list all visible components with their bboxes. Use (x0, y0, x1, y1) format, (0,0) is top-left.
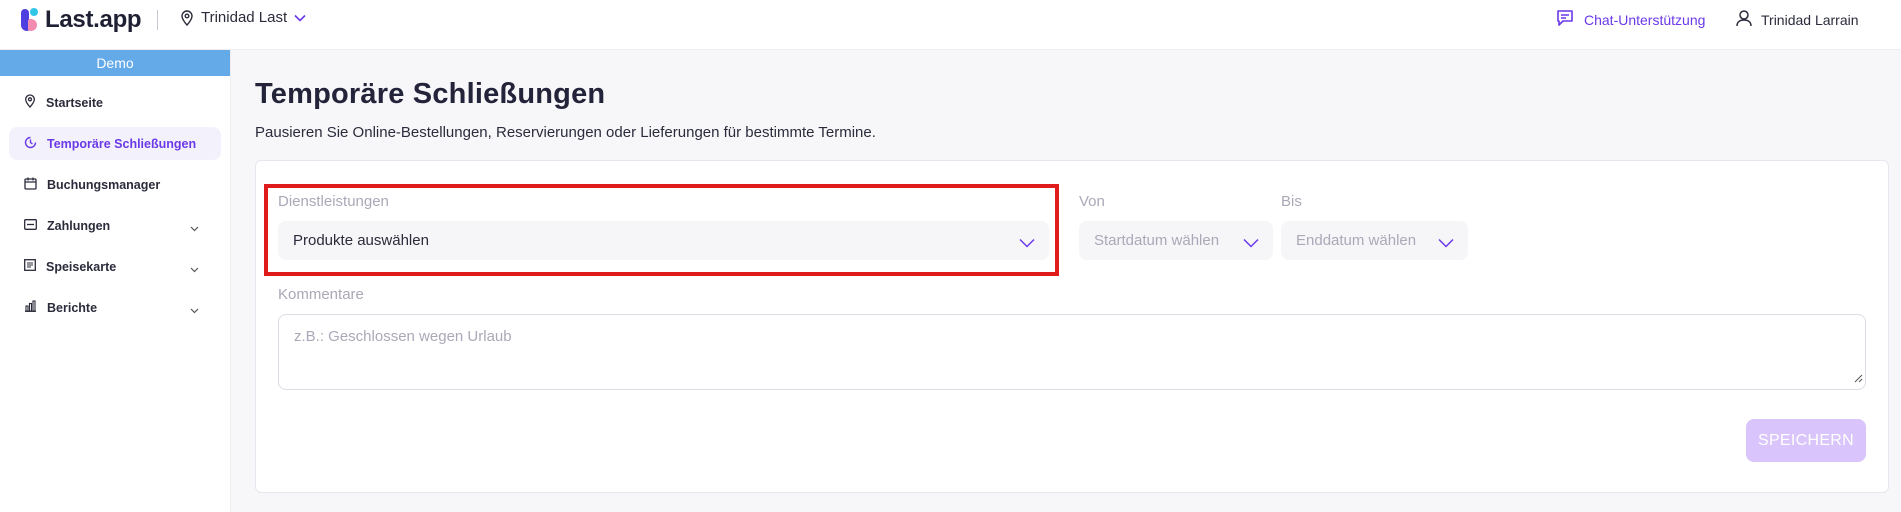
sidebar-item-temporaere-schliessungen[interactable]: Temporäre Schließungen (9, 127, 221, 160)
sidebar-item-label: Zahlungen (47, 218, 111, 233)
sidebar-item-label: Buchungsmanager (47, 177, 161, 192)
sidebar-nav: Startseite Temporäre Schließungen Buchun… (0, 86, 230, 324)
chevron-down-icon (294, 14, 306, 22)
sidebar-item-startseite[interactable]: Startseite (9, 86, 221, 119)
from-label: Von (1079, 193, 1105, 210)
services-label: Dienstleistungen (278, 193, 389, 210)
resize-handle-icon[interactable] (1854, 370, 1863, 387)
sidebar: Demo Startseite Temporäre Schließungen B… (0, 50, 231, 512)
chevron-down-icon (1019, 235, 1035, 252)
comment-placeholder: z.B.: Geschlossen wegen Urlaub (294, 328, 512, 345)
chat-support-link[interactable]: Chat-Unterstützung (1556, 9, 1705, 30)
chevron-down-icon (1438, 235, 1454, 252)
sidebar-item-label: Startseite (46, 95, 103, 110)
chevron-down-icon (1243, 235, 1259, 252)
demo-banner: Demo (0, 50, 230, 76)
start-date-select[interactable]: Startdatum wählen (1079, 221, 1273, 260)
logo-text: Last.app (45, 6, 142, 33)
bar-chart-icon (24, 300, 37, 315)
location-selector[interactable]: Trinidad Last (180, 9, 306, 26)
header-divider (157, 10, 158, 30)
end-date-placeholder: Enddatum wählen (1296, 232, 1417, 249)
chat-support-label: Chat-Unterstützung (1584, 11, 1706, 28)
pause-clock-icon (24, 136, 37, 152)
services-select-value: Produkte auswählen (293, 232, 429, 249)
user-menu[interactable]: Trinidad Larrain (1735, 9, 1859, 30)
to-label: Bis (1281, 193, 1302, 210)
chevron-down-icon (190, 221, 199, 235)
top-bar: Last.app Trinidad Last Chat-Unterstützun… (0, 0, 1901, 50)
save-button[interactable]: SPEICHERN (1746, 419, 1866, 462)
comment-label: Kommentare (278, 286, 364, 303)
sidebar-item-buchungsmanager[interactable]: Buchungsmanager (9, 168, 221, 201)
logo-mark-icon (21, 7, 43, 33)
app-logo[interactable]: Last.app (21, 3, 142, 37)
services-select[interactable]: Produkte auswählen (278, 221, 1049, 260)
chevron-down-icon (190, 303, 199, 317)
chat-bubble-icon (1556, 9, 1574, 30)
sidebar-item-speisekarte[interactable]: Speisekarte (9, 250, 221, 283)
comment-textarea[interactable]: z.B.: Geschlossen wegen Urlaub (278, 314, 1866, 390)
location-pin-icon (24, 94, 36, 111)
chevron-down-icon (190, 262, 199, 276)
user-name: Trinidad Larrain (1761, 11, 1859, 28)
sidebar-item-zahlungen[interactable]: Zahlungen (9, 209, 221, 242)
menu-book-icon (24, 259, 36, 274)
user-icon (1735, 9, 1753, 30)
location-name: Trinidad Last (201, 9, 288, 26)
credit-card-icon (24, 218, 37, 233)
start-date-placeholder: Startdatum wählen (1094, 232, 1220, 249)
end-date-select[interactable]: Enddatum wählen (1281, 221, 1468, 260)
calendar-icon (24, 177, 37, 193)
location-pin-icon (180, 9, 194, 26)
page-title: Temporäre Schließungen (255, 78, 606, 110)
sidebar-item-label: Temporäre Schließungen (47, 136, 197, 151)
page-subtitle: Pausieren Sie Online-Bestellungen, Reser… (255, 124, 876, 141)
sidebar-item-label: Berichte (47, 300, 98, 315)
sidebar-item-label: Speisekarte (46, 259, 117, 274)
sidebar-item-berichte[interactable]: Berichte (9, 291, 221, 324)
